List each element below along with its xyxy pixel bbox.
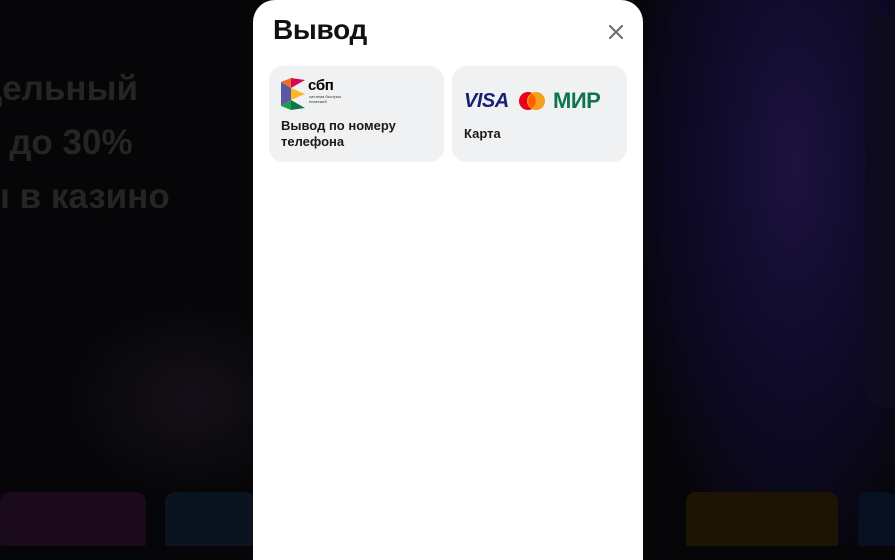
- background-side-panel: [865, 16, 895, 408]
- sbp-option-label: Вывод по номеру телефона: [281, 118, 396, 149]
- headline-line-3: ы в казино: [0, 177, 170, 216]
- background-headline: дельный х до 30% ы в казино: [0, 62, 170, 224]
- visa-logo: VISA: [464, 90, 509, 112]
- card-logos: VISA МИР: [464, 88, 616, 113]
- headline-line-2: х до 30%: [0, 123, 133, 162]
- sbp-logo-text: сбп: [308, 77, 334, 94]
- background-tile: [686, 492, 838, 546]
- mir-logo: МИР: [553, 88, 601, 113]
- background-glow: [640, 0, 895, 546]
- sbp-icon: [281, 78, 305, 110]
- background-tile: [0, 492, 146, 546]
- withdraw-modal: Вывод сбп система быстрых платежей Вывод…: [253, 0, 643, 560]
- sbp-logo: сбп система быстрых платежей: [281, 77, 345, 110]
- card-option-label: Карта: [464, 126, 501, 141]
- card-withdraw-option[interactable]: VISA МИР Карта: [452, 66, 627, 162]
- close-icon: [609, 25, 623, 39]
- sbp-logo-subtext: система быстрых платежей: [309, 94, 342, 104]
- mastercard-logo: [519, 92, 545, 110]
- modal-title: Вывод: [273, 14, 367, 45]
- background-tile: [165, 492, 255, 546]
- sbp-withdraw-option[interactable]: сбп система быстрых платежей Вывод по но…: [269, 66, 444, 162]
- background-tile: [858, 492, 895, 546]
- headline-line-1: дельный: [0, 69, 138, 108]
- close-button[interactable]: [604, 20, 628, 44]
